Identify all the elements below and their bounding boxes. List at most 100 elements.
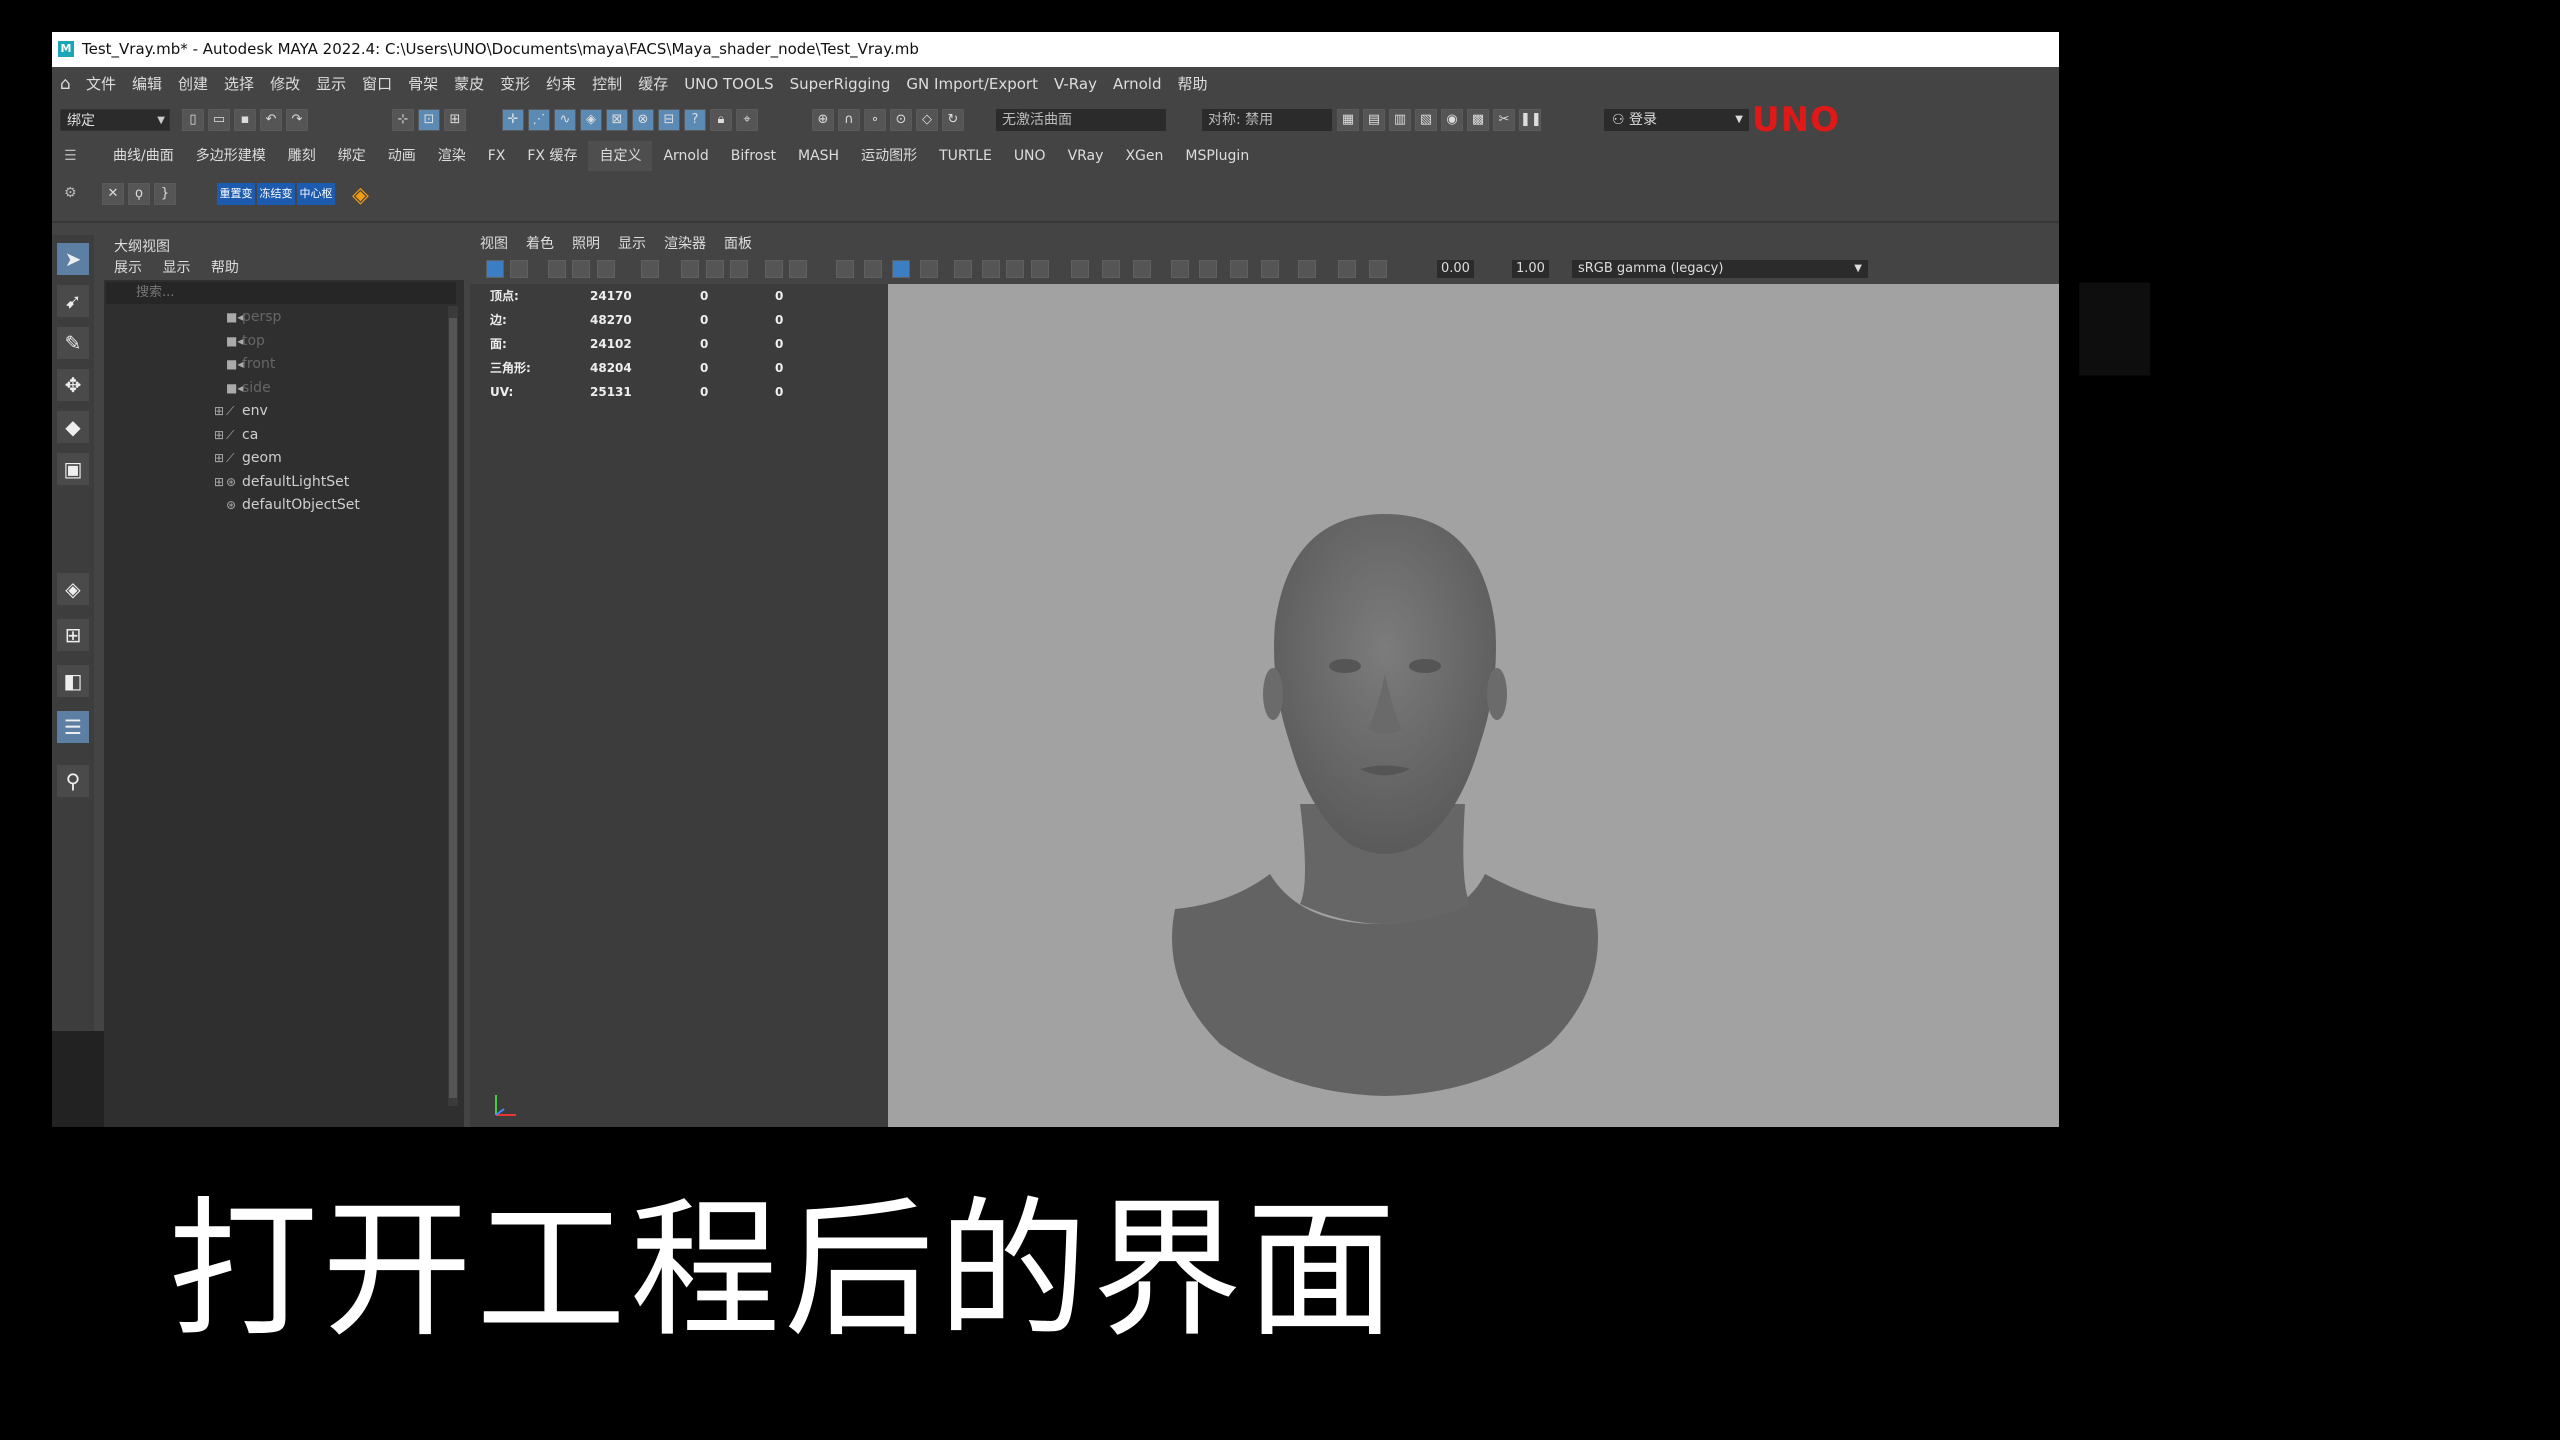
backface-icon[interactable] [1260, 260, 1279, 278]
snap-point-icon[interactable]: ∘ [864, 109, 886, 131]
select-highlight-icon[interactable]: ⌖ [736, 109, 758, 131]
shelf-tab[interactable]: 动画 [377, 141, 427, 171]
outliner-scrollbar[interactable] [448, 306, 458, 1106]
viewport-menu-item[interactable]: 渲染器 [664, 236, 706, 252]
menu-item[interactable]: 帮助 [1178, 75, 1208, 93]
outliner-item[interactable]: ■◂top [124, 330, 265, 353]
menu-item[interactable]: 选择 [224, 75, 254, 93]
scale-tool-icon[interactable]: ▣ [57, 453, 89, 485]
reset-transform-button[interactable]: 重置变 [217, 183, 255, 205]
freeze-transform-button[interactable]: 冻结变 [257, 183, 295, 205]
shelf-tab[interactable]: 渲染 [427, 141, 477, 171]
smooth-shade-icon[interactable] [863, 260, 882, 278]
lock-camera-icon[interactable] [510, 260, 529, 278]
menu-item[interactable]: GN Import/Export [906, 75, 1038, 93]
viewport-menu-item[interactable]: 面板 [724, 236, 752, 252]
shelf-tab[interactable]: UNO [1003, 141, 1057, 171]
viewport-menu-item[interactable]: 显示 [618, 236, 646, 252]
outliner-menu-help[interactable]: 帮助 [211, 260, 239, 276]
menu-item[interactable]: 窗口 [362, 75, 392, 93]
two-view-icon[interactable]: ◧ [57, 665, 89, 697]
shelf-tab[interactable]: FX [477, 141, 517, 171]
lasso-tool-icon[interactable]: ➹ [57, 285, 89, 317]
wireframe-icon[interactable] [835, 260, 854, 278]
open-scene-icon[interactable]: ▭ [208, 109, 230, 131]
vray-ipr-icon[interactable]: ▩ [1467, 109, 1489, 131]
use-lights-icon[interactable] [981, 260, 1000, 278]
frame-selected-icon[interactable] [1369, 260, 1387, 278]
mask-deform-icon[interactable]: ⊠ [606, 109, 628, 131]
default-material-icon[interactable] [891, 260, 910, 278]
lock-icon[interactable]: 🔒︎ [710, 109, 732, 131]
shelf-menu-icon[interactable]: ☰ [64, 141, 77, 171]
outliner-item[interactable]: ⊛ defaultObjectSet [124, 494, 360, 517]
viewport-menu-item[interactable]: 视图 [480, 236, 508, 252]
symmetry-field[interactable]: 对称: 禁用 [1202, 109, 1332, 131]
shelf-tab[interactable]: 运动图形 [850, 141, 928, 171]
textured-icon[interactable] [953, 260, 972, 278]
menu-item[interactable]: 编辑 [132, 75, 162, 93]
single-view-icon[interactable]: ◈ [57, 573, 89, 605]
mask-handle-icon[interactable]: ✛ [502, 109, 524, 131]
shelf-tab[interactable]: XGen [1114, 141, 1174, 171]
snap-curve-icon[interactable]: ∩ [838, 109, 860, 131]
menu-item[interactable]: SuperRigging [790, 75, 891, 93]
outliner-menu-display[interactable]: 展示 [114, 260, 142, 276]
render-frame-icon[interactable]: ▦ [1337, 109, 1359, 131]
xray-icon[interactable] [919, 260, 938, 278]
expand-icon[interactable]: ⊞ [214, 424, 226, 447]
viewport-menu-item[interactable]: 着色 [526, 236, 554, 252]
expand-icon[interactable]: ⊞ [214, 447, 226, 470]
shelf-tab[interactable]: MSPlugin [1174, 141, 1260, 171]
frame-all-icon[interactable] [1338, 260, 1356, 278]
shelf-tab[interactable]: 曲线/曲面 [102, 141, 185, 171]
safe-action-icon[interactable] [764, 260, 783, 278]
shadows-icon[interactable] [1006, 260, 1025, 278]
paint-select-icon[interactable]: ✎ [57, 327, 89, 359]
login-dropdown[interactable]: ⚇ 登录 ▼ [1604, 109, 1749, 131]
xray-active-icon[interactable] [1229, 260, 1248, 278]
move-tool-icon[interactable]: ✥ [57, 369, 89, 401]
live-surface-field[interactable]: 无激活曲面 [996, 109, 1166, 131]
shelf-tool-icon[interactable]: ✕ [102, 183, 124, 205]
outliner-item[interactable]: ■◂persp [124, 306, 281, 329]
outliner-item[interactable]: ⊞ ⟋ ca [124, 424, 258, 447]
motion-blur-icon[interactable] [1071, 260, 1090, 278]
outliner-item[interactable]: ■◂front [124, 353, 275, 376]
menu-item[interactable]: 蒙皮 [454, 75, 484, 93]
expand-icon[interactable]: ⊞ [214, 471, 226, 494]
3d-viewport[interactable]: 顶点: 24170 0 0 边: 48270 0 0 面: 24102 0 0 三角形: 48204 0 0 U… [470, 284, 2059, 1127]
hierarchy-select-icon[interactable]: ⊹ [392, 109, 414, 131]
color-space-select[interactable]: sRGB gamma (legacy) ▼ [1572, 260, 1868, 278]
snap-view-icon[interactable]: ⊙ [890, 109, 912, 131]
shelf-tab[interactable]: 绑定 [327, 141, 377, 171]
shelf-tab[interactable]: FX 缓存 [516, 141, 588, 171]
menu-item[interactable]: V-Ray [1054, 75, 1097, 93]
menu-item[interactable]: Arnold [1113, 75, 1162, 93]
render-settings-icon[interactable]: ▥ [1389, 109, 1411, 131]
outliner-layout-icon[interactable]: ☰ [57, 711, 89, 743]
menu-item[interactable]: 骨架 [408, 75, 438, 93]
anti-alias-icon[interactable] [1102, 260, 1121, 278]
layers-shelf-icon[interactable]: ◈ [352, 183, 378, 209]
field-chart-icon[interactable] [730, 260, 749, 278]
component-select-icon[interactable]: ⊞ [444, 109, 466, 131]
viewport-menu-item[interactable]: 照明 [572, 236, 600, 252]
new-scene-icon[interactable]: ▯ [182, 109, 204, 131]
scrollbar-thumb[interactable] [449, 318, 457, 1098]
xray-joints-icon[interactable] [1198, 260, 1217, 278]
expand-icon[interactable]: ⊞ [214, 400, 226, 423]
menu-item[interactable]: 修改 [270, 75, 300, 93]
snap-surface-icon[interactable]: ◇ [916, 109, 938, 131]
select-camera-icon[interactable] [485, 260, 504, 278]
home-icon[interactable]: ⌂ [60, 67, 71, 101]
depth-of-field-icon[interactable] [1133, 260, 1152, 278]
mask-joint-icon[interactable]: ⋰ [528, 109, 550, 131]
rotate-tool-icon[interactable]: ◆ [57, 411, 89, 443]
snap-live-icon[interactable]: ↻ [942, 109, 964, 131]
outliner-item[interactable]: ■◂side [124, 377, 271, 400]
hypershade-icon[interactable]: ▧ [1415, 109, 1437, 131]
outliner-item[interactable]: ⊞ ⟋ env [124, 400, 268, 423]
four-view-icon[interactable]: ⊞ [57, 619, 89, 651]
menu-item[interactable]: 文件 [86, 75, 116, 93]
